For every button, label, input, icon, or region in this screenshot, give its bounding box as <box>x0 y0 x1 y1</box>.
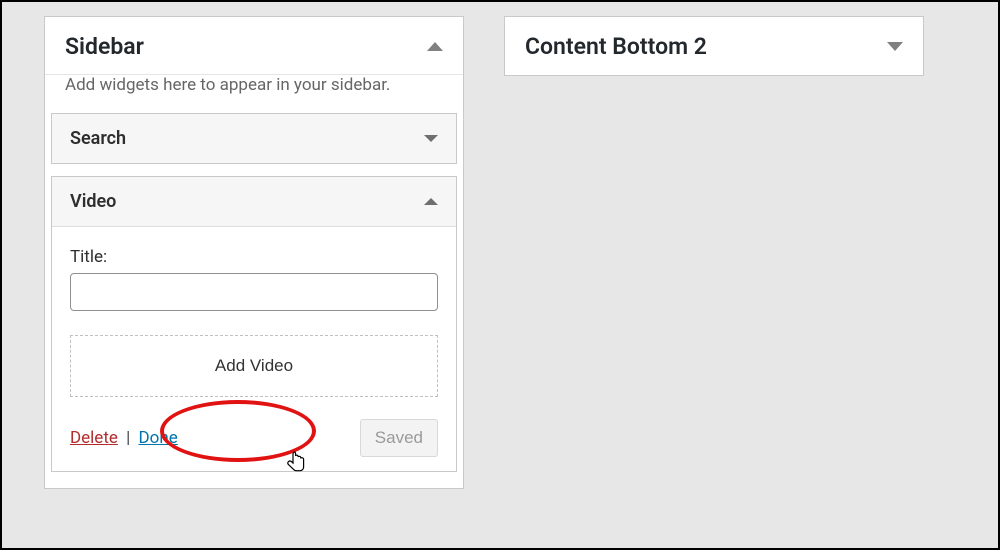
sidebar-area-description: Add widgets here to appear in your sideb… <box>45 75 463 113</box>
widget-video-body: Title: Add Video Delete | Done <box>52 226 456 471</box>
action-separator: | <box>122 428 134 448</box>
sidebar-area-header[interactable]: Sidebar <box>45 17 463 75</box>
content-bottom-2-title: Content Bottom 2 <box>525 33 707 60</box>
widget-search-header[interactable]: Search <box>52 114 456 163</box>
content-bottom-2-panel: Content Bottom 2 <box>504 16 924 76</box>
add-video-button[interactable]: Add Video <box>209 355 299 377</box>
widget-video-left-actions: Delete | Done <box>70 428 178 448</box>
content-bottom-2-header[interactable]: Content Bottom 2 <box>505 17 923 75</box>
widget-search-title: Search <box>70 128 126 149</box>
widget-video-actions: Delete | Done Saved <box>70 419 438 457</box>
widget-area-columns: Sidebar Add widgets here to appear in yo… <box>2 2 998 517</box>
widget-video-title: Video <box>70 191 116 212</box>
sidebar-widget-list: Search Video Title: <box>45 113 463 488</box>
sidebar-widget-area-panel: Sidebar Add widgets here to appear in yo… <box>44 16 464 489</box>
caret-up-icon <box>427 42 443 51</box>
widget-video: Video Title: Add Video Delete <box>51 176 457 472</box>
admin-widgets-screen: Sidebar Add widgets here to appear in yo… <box>0 0 1000 550</box>
sidebar-area-title: Sidebar <box>65 33 144 60</box>
sidebar-widget-area-column: Sidebar Add widgets here to appear in yo… <box>44 16 464 503</box>
widget-video-header[interactable]: Video <box>52 177 456 226</box>
video-title-label: Title: <box>70 247 438 267</box>
caret-down-icon <box>424 135 438 142</box>
content-bottom-2-column: Content Bottom 2 <box>504 16 924 503</box>
caret-up-icon <box>424 198 438 205</box>
delete-link[interactable]: Delete <box>70 428 118 448</box>
done-link[interactable]: Done <box>139 428 178 448</box>
video-title-input[interactable] <box>70 273 438 311</box>
caret-down-icon <box>887 42 903 51</box>
add-video-zone: Add Video <box>70 335 438 397</box>
widget-search: Search <box>51 113 457 164</box>
saved-button: Saved <box>360 419 438 457</box>
